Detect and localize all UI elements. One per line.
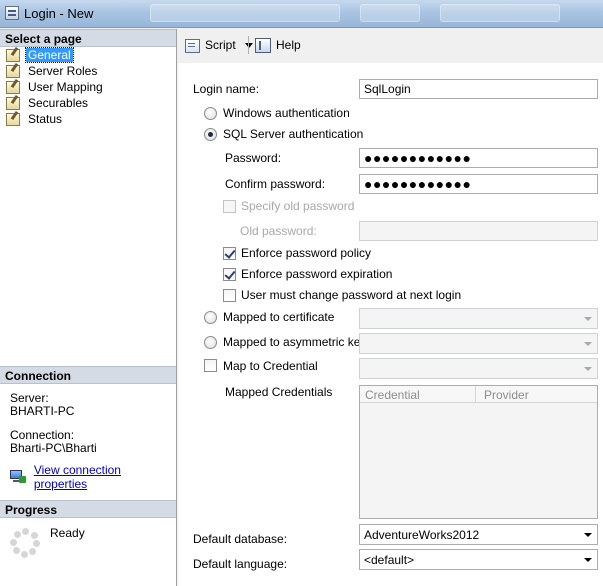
page-icon — [6, 80, 20, 94]
mapped-credentials-label: Mapped Credentials — [225, 385, 333, 399]
windows-auth-label: Windows authentication — [223, 106, 350, 120]
must-change-password-checkbox[interactable] — [223, 289, 236, 302]
old-password-input[interactable] — [359, 221, 598, 241]
background-window-tab — [440, 4, 560, 22]
mapped-credentials-grid[interactable]: Credential Provider — [359, 385, 598, 519]
grid-column-divider[interactable] — [475, 386, 476, 403]
toolbar: Script Help — [178, 29, 603, 63]
sql-auth-label: SQL Server authentication — [223, 127, 364, 141]
chevron-down-icon — [584, 367, 592, 371]
page-item-label: Securables — [28, 96, 89, 110]
confirm-password-input[interactable]: ●●●●●●●●●●●● — [359, 174, 598, 194]
mapped-asymmetric-key-select[interactable] — [359, 333, 598, 354]
background-window-tab — [360, 4, 420, 22]
mapped-asymmetric-key-label: Mapped to asymmetric key — [223, 335, 367, 349]
page-icon — [6, 48, 20, 62]
page-item-user-mapping[interactable]: User Mapping — [6, 79, 105, 95]
page-item-label: General — [25, 47, 74, 63]
mapped-certificate-label: Mapped to certificate — [223, 310, 335, 324]
grid-column-credential[interactable]: Credential — [365, 388, 420, 402]
page-item-securables[interactable]: Securables — [6, 95, 90, 111]
map-to-credential-select[interactable] — [359, 358, 598, 379]
specify-old-password-checkbox[interactable] — [223, 200, 236, 213]
left-pane: Select a page General Server Roles User … — [0, 29, 177, 586]
password-label: Password: — [225, 151, 282, 165]
specify-old-password-label: Specify old password — [241, 199, 355, 213]
old-password-label: Old password: — [240, 224, 317, 238]
server-value: BHARTI-PC — [10, 404, 75, 418]
enforce-password-expiration-label: Enforce password expiration — [241, 267, 393, 281]
default-database-value: AdventureWorks2012 — [364, 528, 480, 542]
enforce-password-policy-label: Enforce password policy — [241, 246, 372, 260]
default-language-value: <default> — [364, 553, 415, 567]
page-item-label: Server Roles — [28, 64, 98, 78]
enforce-password-expiration-checkbox[interactable] — [223, 268, 236, 281]
help-label: Help — [276, 38, 301, 52]
help-button[interactable]: Help — [255, 36, 301, 54]
script-button[interactable]: Script — [185, 36, 253, 54]
map-to-credential-label: Map to Credential — [223, 359, 318, 373]
windows-auth-radio[interactable] — [204, 107, 217, 120]
default-database-select[interactable]: AdventureWorks2012 — [359, 524, 598, 545]
page-icon — [6, 64, 20, 78]
progress-spinner-icon — [10, 528, 40, 558]
grid-column-provider[interactable]: Provider — [484, 388, 529, 402]
script-icon — [185, 38, 200, 53]
password-input[interactable]: ●●●●●●●●●●●● — [359, 148, 598, 168]
enforce-password-policy-checkbox[interactable] — [223, 247, 236, 260]
app-icon — [5, 6, 19, 20]
default-language-select[interactable]: <default> — [359, 549, 598, 570]
mapped-asymmetric-key-radio[interactable] — [204, 336, 217, 349]
script-label: Script — [205, 38, 236, 52]
page-item-general[interactable]: General — [6, 47, 74, 63]
mapped-certificate-select[interactable] — [359, 308, 598, 329]
page-item-server-roles[interactable]: Server Roles — [6, 63, 99, 79]
login-name-input[interactable]: SqlLogin — [359, 79, 598, 99]
page-icon — [6, 96, 20, 110]
connection-header: Connection — [0, 366, 176, 384]
background-window-tab — [150, 4, 340, 22]
progress-status: Ready — [50, 526, 85, 540]
toolbar-separator — [248, 36, 249, 54]
grid-header: Credential Provider — [360, 386, 597, 403]
title-bar: Login - New — [0, 0, 603, 28]
window-title: Login - New — [24, 6, 94, 21]
confirm-password-label: Confirm password: — [225, 177, 326, 191]
page-item-label: Status — [28, 112, 63, 126]
login-name-label: Login name: — [193, 82, 260, 96]
connection-value: Bharti-PC\Bharti — [10, 441, 97, 455]
progress-header: Progress — [0, 500, 176, 518]
view-connection-properties-text[interactable]: View connection properties — [34, 463, 176, 491]
select-page-header: Select a page — [0, 29, 176, 47]
connection-properties-icon — [10, 470, 26, 484]
default-language-label: Default language: — [193, 557, 288, 571]
page-item-status[interactable]: Status — [6, 111, 64, 127]
mapped-certificate-radio[interactable] — [204, 311, 217, 324]
chevron-down-icon — [584, 533, 592, 537]
help-book-icon — [255, 37, 271, 53]
chevron-down-icon — [584, 342, 592, 346]
sql-auth-radio[interactable] — [204, 128, 217, 141]
chevron-down-icon — [584, 317, 592, 321]
page-icon — [6, 112, 20, 126]
map-to-credential-checkbox[interactable] — [204, 359, 217, 372]
must-change-password-label: User must change password at next login — [241, 288, 462, 302]
view-connection-properties-link[interactable]: View connection properties — [10, 463, 176, 491]
default-database-label: Default database: — [193, 532, 288, 546]
page-item-label: User Mapping — [28, 80, 103, 94]
chevron-down-icon — [584, 558, 592, 562]
